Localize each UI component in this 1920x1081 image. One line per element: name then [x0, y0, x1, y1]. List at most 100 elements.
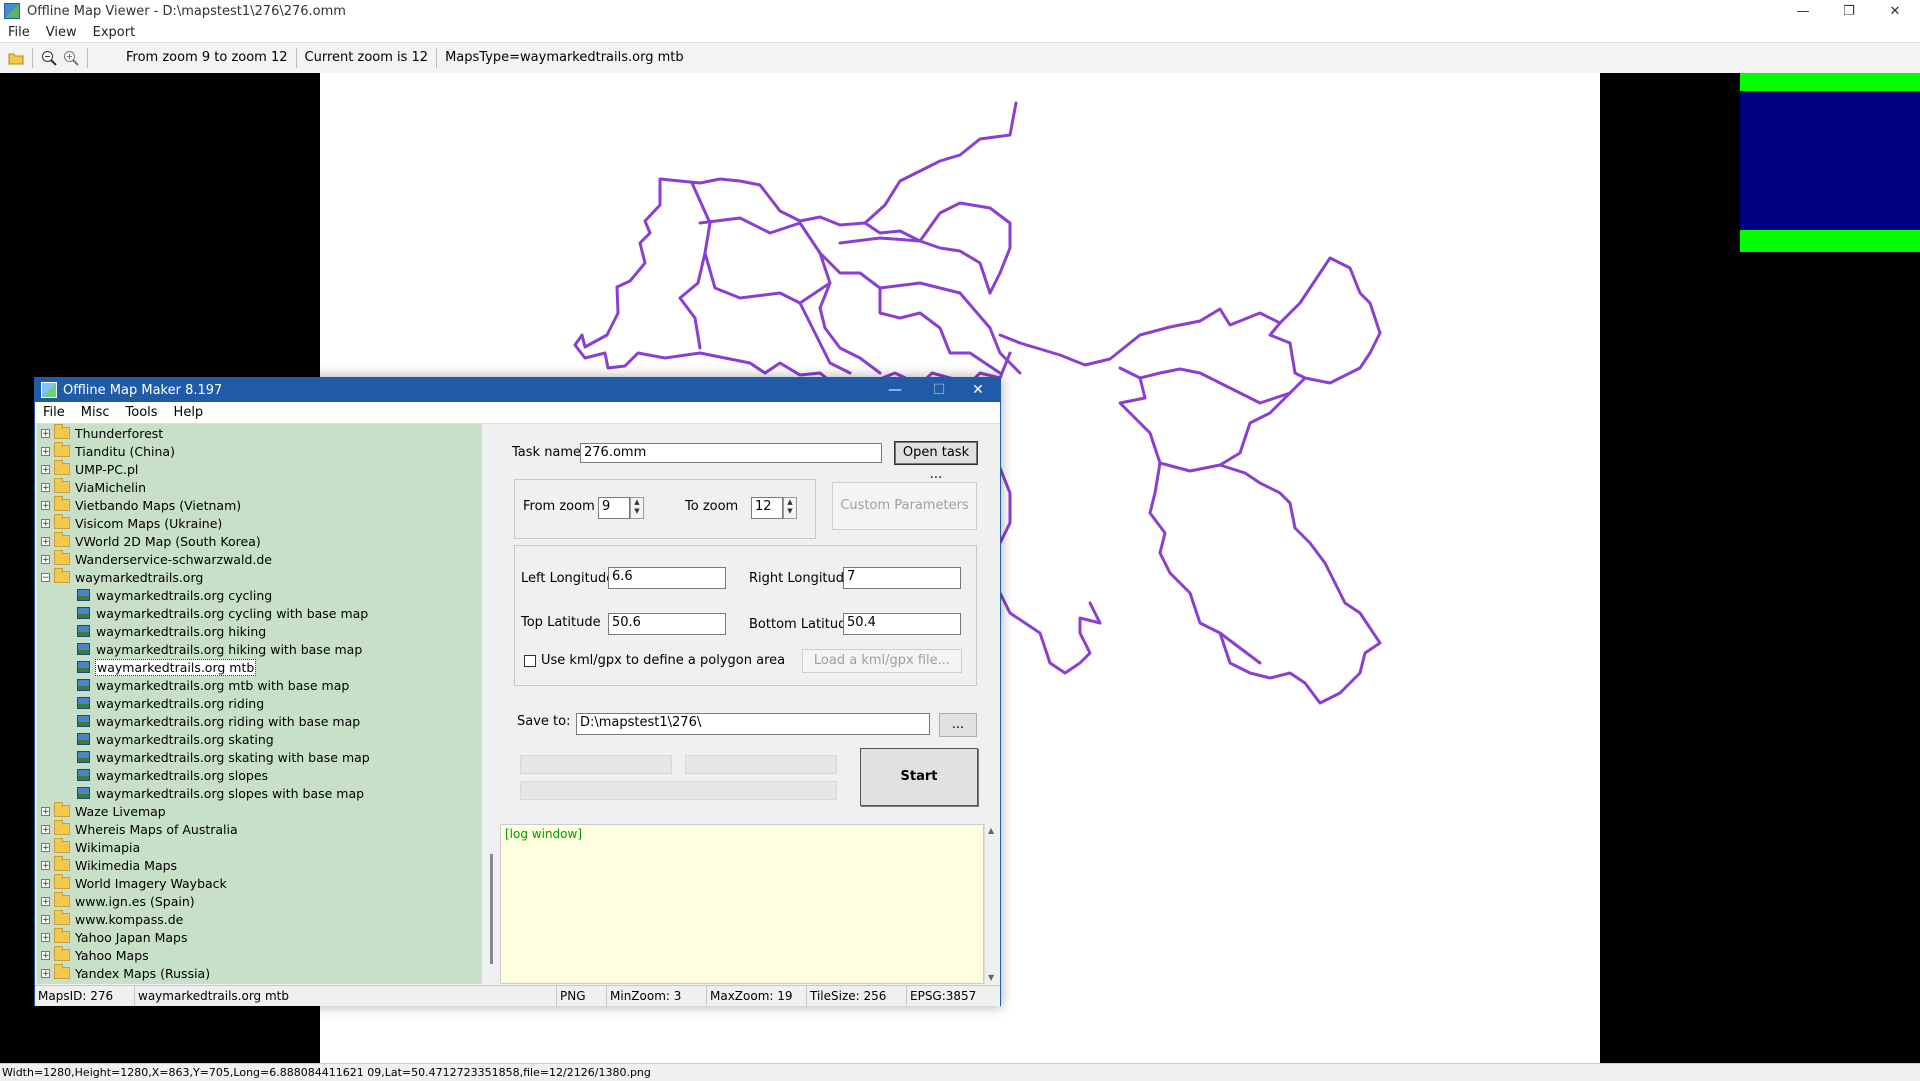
- tree-folder-item[interactable]: + Vietbando Maps (Vietnam): [37, 496, 482, 514]
- tree-map-item[interactable]: waymarkedtrails.org mtb with base map: [37, 676, 482, 694]
- to-zoom-spinner[interactable]: ▲ ▼: [783, 497, 797, 519]
- tree-folder-item[interactable]: + Yahoo Japan Maps: [37, 928, 482, 946]
- tree-map-item[interactable]: waymarkedtrails.org skating: [37, 730, 482, 748]
- task-name-input[interactable]: 276.omm: [580, 443, 882, 463]
- tree-folder-item[interactable]: + Yahoo Maps: [37, 946, 482, 964]
- tree-item-label: Tianditu (China): [75, 443, 175, 459]
- expand-icon[interactable]: +: [41, 428, 50, 438]
- tree-folder-item[interactable]: − waymarkedtrails.org: [37, 568, 482, 586]
- expand-icon[interactable]: +: [41, 842, 50, 852]
- folder-icon: [54, 802, 70, 817]
- tree-folder-item[interactable]: + Wikimapia: [37, 838, 482, 856]
- dialog-title-bar[interactable]: Offline Map Maker 8.197 — ☐ ✕: [35, 378, 1000, 402]
- tree-folder-item[interactable]: + Visicom Maps (Ukraine): [37, 514, 482, 532]
- expand-icon[interactable]: +: [41, 554, 50, 564]
- expand-icon[interactable]: +: [41, 878, 50, 888]
- tree-folder-item[interactable]: + World Imagery Wayback: [37, 874, 482, 892]
- to-zoom-input[interactable]: 12: [751, 497, 783, 519]
- dialog-maximize-button[interactable]: ☐: [917, 378, 961, 402]
- tree-item-label: Yahoo Japan Maps: [75, 929, 188, 945]
- tree-map-item[interactable]: waymarkedtrails.org skating with base ma…: [37, 748, 482, 766]
- map-layer-icon: [77, 589, 90, 601]
- dialog-menu-help[interactable]: Help: [166, 405, 212, 420]
- expand-icon[interactable]: +: [41, 824, 50, 834]
- expand-icon[interactable]: +: [41, 860, 50, 870]
- expand-icon[interactable]: +: [41, 482, 50, 492]
- collapse-icon[interactable]: −: [41, 572, 50, 582]
- expand-icon[interactable]: +: [41, 968, 50, 978]
- tree-map-item[interactable]: waymarkedtrails.org cycling: [37, 586, 482, 604]
- expand-icon[interactable]: +: [41, 500, 50, 510]
- tree-item-label: Wanderservice-schwarzwald.de: [75, 551, 272, 567]
- menu-view[interactable]: View: [38, 25, 85, 40]
- trail-path: [998, 591, 1102, 675]
- tree-folder-item[interactable]: + www.ign.es (Spain): [37, 892, 482, 910]
- open-folder-icon[interactable]: [6, 48, 26, 68]
- bottom-latitude-input[interactable]: 50.4: [843, 613, 961, 635]
- tree-folder-item[interactable]: + www.kompass.de: [37, 910, 482, 928]
- tree-folder-item[interactable]: + Yandex Maps (Russia): [37, 964, 482, 982]
- tree-folder-item[interactable]: + ViaMichelin: [37, 478, 482, 496]
- tree-item-label: waymarkedtrails.org riding with base map: [96, 713, 361, 729]
- restore-button[interactable]: ❐: [1826, 0, 1872, 22]
- tree-map-item[interactable]: waymarkedtrails.org slopes with base map: [37, 784, 482, 802]
- expand-icon[interactable]: +: [41, 806, 50, 816]
- menu-file[interactable]: File: [0, 25, 38, 40]
- scroll-down-icon[interactable]: ▼: [988, 973, 994, 982]
- save-to-input[interactable]: D:\mapstest1\276\: [576, 713, 930, 735]
- tree-map-item[interactable]: waymarkedtrails.org slopes: [37, 766, 482, 784]
- browse-button[interactable]: ...: [939, 713, 977, 737]
- tree-map-item[interactable]: waymarkedtrails.org hiking with base map: [37, 640, 482, 658]
- minimize-button[interactable]: —: [1780, 0, 1826, 22]
- scroll-up-icon[interactable]: ▲: [988, 826, 994, 835]
- kml-checkbox[interactable]: [524, 655, 536, 667]
- dialog-minimize-button[interactable]: —: [873, 378, 917, 402]
- dialog-close-button[interactable]: ✕: [956, 378, 1000, 402]
- expand-icon[interactable]: +: [41, 932, 50, 942]
- menu-export[interactable]: Export: [85, 25, 144, 40]
- dialog-menu-file[interactable]: File: [35, 405, 73, 420]
- zoom-out-icon[interactable]: [39, 48, 59, 68]
- close-button[interactable]: ✕: [1872, 0, 1918, 22]
- open-task-button[interactable]: Open task ...: [894, 441, 978, 482]
- custom-parameters-button[interactable]: Custom Parameters: [832, 482, 977, 530]
- left-longitude-input[interactable]: 6.6: [608, 567, 726, 589]
- top-latitude-input[interactable]: 50.6: [608, 613, 726, 635]
- start-button[interactable]: Start: [860, 748, 978, 806]
- tree-folder-item[interactable]: + UMP-PC.pl: [37, 460, 482, 478]
- tree-scrollbar[interactable]: [485, 424, 499, 984]
- dialog-menu-tools[interactable]: Tools: [118, 405, 166, 420]
- tree-folder-item[interactable]: + Wanderservice-schwarzwald.de: [37, 550, 482, 568]
- expand-icon[interactable]: +: [41, 536, 50, 546]
- tree-folder-item[interactable]: + VWorld 2D Map (South Korea): [37, 532, 482, 550]
- tree-folder-item[interactable]: + Tianditu (China): [37, 442, 482, 460]
- tree-map-item[interactable]: waymarkedtrails.org riding with base map: [37, 712, 482, 730]
- right-longitude-input[interactable]: 7: [843, 567, 961, 589]
- expand-icon[interactable]: +: [41, 896, 50, 906]
- tree-folder-item[interactable]: + Thunderforest: [37, 424, 482, 442]
- from-zoom-input[interactable]: 9: [598, 497, 630, 519]
- log-scrollbar[interactable]: ▲ ▼: [984, 824, 1000, 984]
- map-source-tree[interactable]: + Thunderforest + Tianditu (China) + UMP-PC.p…: [37, 424, 482, 984]
- tree-map-item[interactable]: waymarkedtrails.org mtb: [37, 658, 482, 676]
- tree-map-item[interactable]: waymarkedtrails.org riding: [37, 694, 482, 712]
- tree-map-item[interactable]: waymarkedtrails.org hiking: [37, 622, 482, 640]
- tree-map-item[interactable]: waymarkedtrails.org cycling with base ma…: [37, 604, 482, 622]
- folder-icon: [54, 964, 70, 979]
- tree-folder-item[interactable]: + Waze Livemap: [37, 802, 482, 820]
- expand-icon[interactable]: +: [41, 950, 50, 960]
- tree-folder-item[interactable]: + Wikimedia Maps: [37, 856, 482, 874]
- tree-folder-item[interactable]: + Whereis Maps of Australia: [37, 820, 482, 838]
- expand-icon[interactable]: +: [41, 446, 50, 456]
- load-kml-button[interactable]: Load a kml/gpx file...: [802, 649, 962, 673]
- expand-icon[interactable]: +: [41, 914, 50, 924]
- folder-icon: [54, 838, 70, 853]
- tree-scrollbar-thumb[interactable]: [490, 854, 493, 964]
- expand-icon[interactable]: +: [41, 518, 50, 528]
- zoom-in-icon[interactable]: [61, 48, 81, 68]
- expand-icon[interactable]: +: [41, 464, 50, 474]
- dialog-menu-misc[interactable]: Misc: [73, 405, 118, 420]
- progress-bar-1: [520, 755, 672, 774]
- trail-path: [878, 281, 1022, 375]
- from-zoom-spinner[interactable]: ▲ ▼: [630, 497, 644, 519]
